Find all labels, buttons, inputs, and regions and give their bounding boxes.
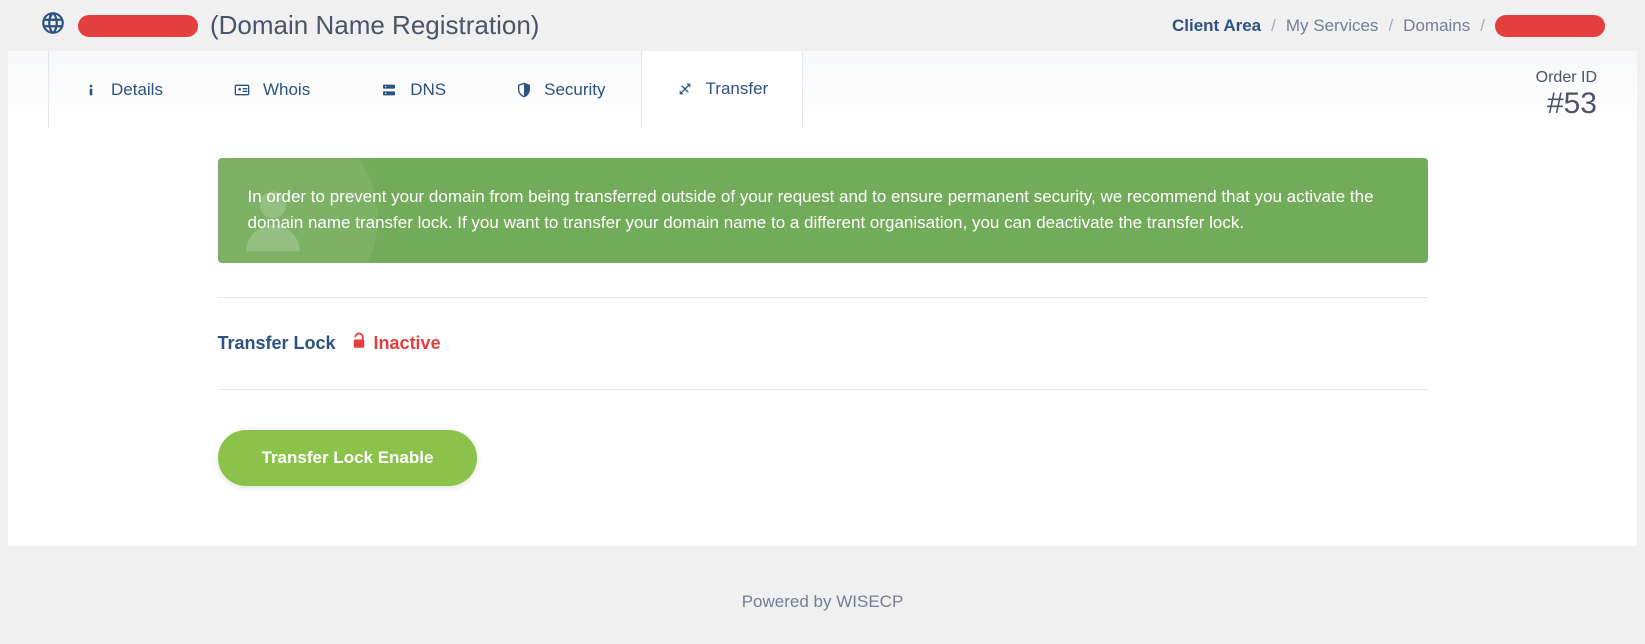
user-silhouette-icon xyxy=(233,178,313,263)
order-id-value: #53 xyxy=(1536,87,1597,120)
breadcrumb-my-services[interactable]: My Services xyxy=(1286,16,1379,36)
tab-label: Security xyxy=(544,80,605,100)
breadcrumb-sep: / xyxy=(1388,16,1393,36)
tab-label: Whois xyxy=(263,80,310,100)
page-title-wrap: (Domain Name Registration) xyxy=(40,10,539,41)
info-banner: In order to prevent your domain from bei… xyxy=(218,158,1428,263)
breadcrumb-sep: / xyxy=(1480,16,1485,36)
footer: Powered by WISECP xyxy=(0,546,1645,632)
id-card-icon xyxy=(233,82,251,98)
transfer-lock-enable-button[interactable]: Transfer Lock Enable xyxy=(218,430,478,486)
redacted-breadcrumb-domain xyxy=(1495,15,1605,37)
order-id: Order ID #53 xyxy=(1536,51,1597,120)
tabs: Details Whois DNS xyxy=(48,51,803,128)
info-icon xyxy=(83,82,99,98)
breadcrumb-client-area[interactable]: Client Area xyxy=(1172,16,1261,36)
transfer-lock-status: Transfer Lock Inactive xyxy=(218,332,1428,355)
tab-label: Details xyxy=(111,80,163,100)
breadcrumb-domains[interactable]: Domains xyxy=(1403,16,1470,36)
tab-details[interactable]: Details xyxy=(48,51,198,128)
tab-security[interactable]: Security xyxy=(481,51,640,128)
unlock-icon xyxy=(350,332,368,355)
main-card: Details Whois DNS xyxy=(8,51,1637,546)
redacted-domain xyxy=(78,15,198,37)
breadcrumb-sep: / xyxy=(1271,16,1276,36)
transfer-icon xyxy=(676,81,694,97)
tab-transfer[interactable]: Transfer xyxy=(641,51,804,128)
transfer-lock-label: Transfer Lock xyxy=(218,333,336,354)
shield-icon xyxy=(516,82,532,98)
tab-label: Transfer xyxy=(706,79,769,99)
tab-bar: Details Whois DNS xyxy=(8,51,1637,128)
info-banner-text: In order to prevent your domain from bei… xyxy=(248,187,1374,232)
tab-label: DNS xyxy=(410,80,446,100)
tab-whois[interactable]: Whois xyxy=(198,51,345,128)
server-icon xyxy=(380,82,398,98)
order-id-label: Order ID xyxy=(1536,69,1597,87)
content: In order to prevent your domain from bei… xyxy=(8,128,1637,546)
footer-text: Powered by WISECP xyxy=(742,592,904,611)
divider xyxy=(218,297,1428,298)
action-row: Transfer Lock Enable xyxy=(218,430,1428,486)
transfer-lock-state: Inactive xyxy=(350,332,441,355)
page-title: (Domain Name Registration) xyxy=(210,10,539,41)
divider xyxy=(218,389,1428,390)
transfer-lock-status-text: Inactive xyxy=(374,333,441,354)
page-header: (Domain Name Registration) Client Area /… xyxy=(0,0,1645,51)
tab-dns[interactable]: DNS xyxy=(345,51,481,128)
breadcrumb: Client Area / My Services / Domains / xyxy=(1172,15,1605,37)
globe-icon xyxy=(40,10,66,41)
